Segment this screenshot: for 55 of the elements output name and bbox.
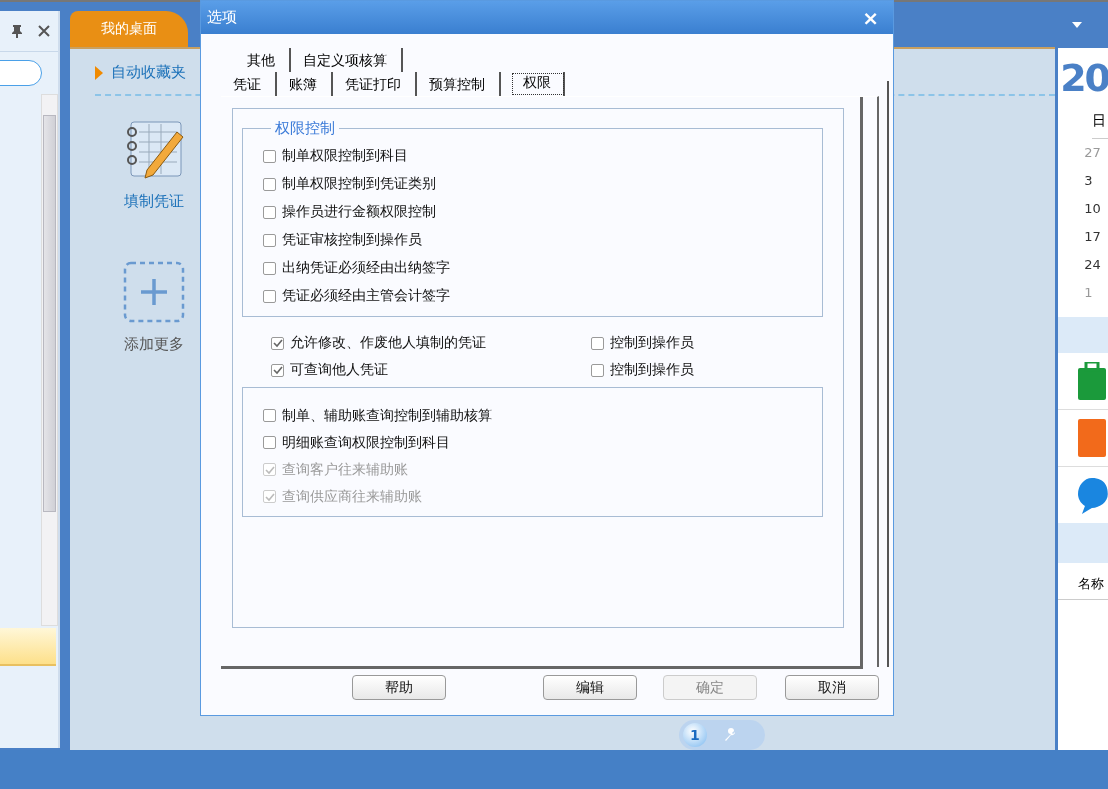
weekday-header: 日 bbox=[1092, 108, 1108, 139]
checkbox-label: 控制到操作员 bbox=[610, 334, 694, 352]
checkbox-label: 查询供应商往来辅助账 bbox=[282, 487, 422, 506]
pin-icon[interactable] bbox=[9, 24, 24, 38]
favorites-label[interactable]: 自动收藏夹 bbox=[110, 63, 186, 82]
checkbox-label: 查询客户往来辅助账 bbox=[282, 460, 408, 479]
scrollbar[interactable] bbox=[40, 94, 58, 626]
triangle-icon bbox=[94, 65, 103, 80]
window-title: 选项 bbox=[207, 8, 237, 27]
dialog-button[interactable]: 取消 bbox=[785, 675, 879, 700]
page-button[interactable]: 1 bbox=[682, 723, 707, 747]
checkbox-label: 可查询他人凭证 bbox=[290, 361, 388, 379]
app-tile-icon[interactable] bbox=[1078, 419, 1107, 457]
shortcut-label[interactable]: 添加更多 bbox=[123, 335, 184, 354]
checkbox-label: 控制到操作员 bbox=[610, 361, 694, 379]
checkbox-label: 允许修改、作废他人填制的凭证 bbox=[290, 334, 486, 352]
checkbox-label: 操作员进行金额权限控制 bbox=[282, 203, 436, 221]
checkbox[interactable] bbox=[263, 149, 276, 163]
section-header-bar bbox=[1058, 523, 1108, 563]
checkbox-label: 出纳凭证必须经由出纳签字 bbox=[282, 259, 450, 277]
selected-row-highlight bbox=[0, 628, 56, 666]
checkbox[interactable] bbox=[263, 409, 276, 422]
calendar-footer-bar bbox=[1058, 317, 1108, 353]
checkbox-label: 制单权限控制到凭证类别 bbox=[282, 175, 436, 193]
dialog-button[interactable]: 编辑 bbox=[543, 675, 637, 700]
checkbox[interactable] bbox=[591, 336, 604, 350]
add-icon[interactable] bbox=[122, 261, 185, 323]
calendar-year: 20 bbox=[1060, 55, 1108, 102]
checkbox-label: 凭证必须经由主管会计签字 bbox=[282, 287, 450, 305]
checkbox[interactable] bbox=[271, 336, 284, 350]
checkbox[interactable] bbox=[263, 289, 276, 303]
shortcut-label[interactable]: 填制凭证 bbox=[123, 192, 184, 211]
checkbox-label: 制单权限控制到科目 bbox=[282, 147, 408, 165]
checkbox[interactable] bbox=[263, 205, 276, 219]
checkbox[interactable] bbox=[271, 363, 284, 377]
dialog-button[interactable]: 帮助 bbox=[352, 675, 446, 700]
briefcase-icon[interactable] bbox=[1078, 362, 1107, 400]
checkbox[interactable] bbox=[263, 233, 276, 247]
checkbox-label: 凭证审核控制到操作员 bbox=[282, 231, 422, 249]
checkbox-label: 明细账查询权限控制到科目 bbox=[282, 433, 450, 452]
calendar-day[interactable]: 3 bbox=[1084, 167, 1108, 195]
calendar-day[interactable]: 24 bbox=[1084, 251, 1108, 279]
dropdown-icon[interactable] bbox=[1072, 22, 1083, 28]
tab[interactable]: 权限 bbox=[511, 72, 565, 96]
chat-bubble-icon[interactable] bbox=[1078, 476, 1108, 514]
group-title: 权限控制 bbox=[274, 119, 336, 138]
calendar-day[interactable]: 10 bbox=[1084, 195, 1108, 223]
checkbox-label: 制单、辅助账查询控制到辅助核算 bbox=[282, 406, 492, 425]
checkbox[interactable] bbox=[263, 261, 276, 275]
close-icon[interactable] bbox=[37, 25, 50, 37]
checkbox[interactable] bbox=[263, 436, 276, 449]
column-header: 名称 bbox=[1058, 563, 1108, 600]
checkbox[interactable] bbox=[591, 363, 604, 377]
calendar-day[interactable]: 17 bbox=[1084, 223, 1108, 251]
checkbox[interactable] bbox=[263, 177, 276, 191]
